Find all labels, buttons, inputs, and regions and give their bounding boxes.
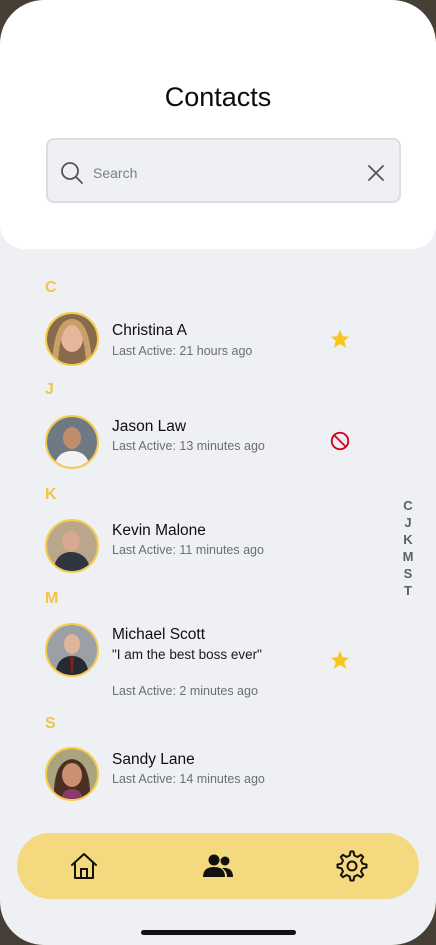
index-letter[interactable]: K <box>400 531 416 548</box>
avatar[interactable] <box>45 415 99 469</box>
index-letter[interactable]: M <box>400 548 416 565</box>
avatar[interactable] <box>45 312 99 366</box>
avatar-photo <box>47 625 97 675</box>
index-letter[interactable]: S <box>400 565 416 582</box>
page-title: Contacts <box>164 82 272 112</box>
section-letter-m: M <box>45 590 59 607</box>
contact-name[interactable]: Sandy Lane <box>112 751 195 769</box>
bottom-nav <box>17 833 419 899</box>
blocked-icon[interactable] <box>329 430 351 452</box>
avatar-photo <box>47 521 97 571</box>
star-icon[interactable] <box>329 328 351 350</box>
section-letter-s: S <box>45 715 56 732</box>
index-letter[interactable]: C <box>400 497 416 514</box>
section-letter-j: J <box>45 381 54 398</box>
last-active: Last Active: 11 minutes ago <box>112 543 264 557</box>
search-icon <box>61 162 83 184</box>
contact-name[interactable]: Jason Law <box>112 418 186 436</box>
index-letter[interactable]: J <box>400 514 416 531</box>
last-active: Last Active: 2 minutes ago <box>112 684 258 698</box>
settings-icon[interactable] <box>336 850 368 882</box>
section-letter-k: K <box>45 486 57 503</box>
phone-screen: Contacts Search C Christina A Last Activ… <box>0 0 436 945</box>
avatar-photo <box>47 749 97 799</box>
alphabet-index[interactable]: C J K M S T <box>400 497 416 599</box>
home-indicator[interactable] <box>141 930 296 935</box>
contact-name[interactable]: Kevin Malone <box>112 522 206 540</box>
last-active: Last Active: 14 minutes ago <box>112 772 265 786</box>
close-icon[interactable] <box>366 163 386 183</box>
search-input[interactable]: Search <box>93 165 137 181</box>
avatar-photo <box>47 417 97 467</box>
last-active: Last Active: 13 minutes ago <box>112 439 265 453</box>
index-letter[interactable]: T <box>400 582 416 599</box>
search-bar[interactable]: Search <box>46 138 401 203</box>
contact-name[interactable]: Michael Scott <box>112 626 205 644</box>
section-letter-c: C <box>45 279 57 296</box>
header-card: Contacts Search <box>0 0 436 249</box>
home-icon[interactable] <box>68 850 100 882</box>
contact-name[interactable]: Christina A <box>112 322 187 340</box>
contacts-icon[interactable] <box>202 850 234 882</box>
avatar[interactable] <box>45 519 99 573</box>
contact-quote: "I am the best boss ever" <box>112 647 262 662</box>
avatar[interactable] <box>45 747 99 801</box>
star-icon[interactable] <box>329 649 351 671</box>
avatar[interactable] <box>45 623 99 677</box>
last-active: Last Active: 21 hours ago <box>112 344 253 358</box>
avatar-photo <box>47 314 97 364</box>
